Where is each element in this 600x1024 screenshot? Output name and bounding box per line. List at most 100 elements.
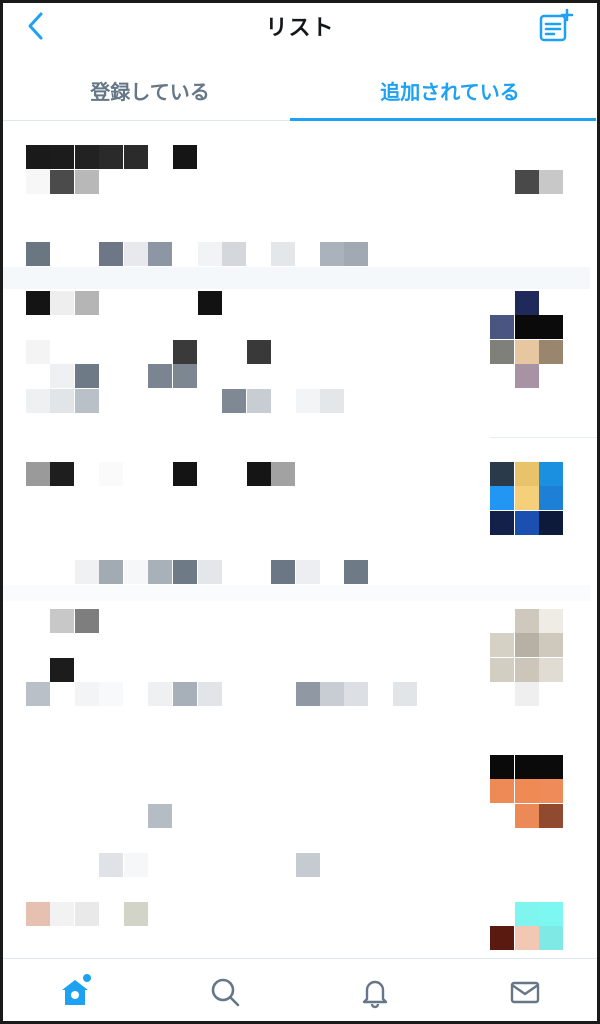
pixel-block <box>296 389 320 413</box>
pixel-block <box>99 462 123 486</box>
navigation-bar: リスト <box>0 0 600 52</box>
pixel-block <box>515 170 539 194</box>
lists-container <box>0 121 600 959</box>
pixel-block <box>50 609 74 633</box>
pixel-block <box>320 242 344 266</box>
pixel-block <box>148 364 172 388</box>
pixel-block <box>75 902 99 926</box>
pixel-block <box>99 853 123 877</box>
pixel-block <box>75 609 99 633</box>
pixel-block <box>344 682 368 706</box>
avatar <box>515 462 539 486</box>
pixel-block <box>124 145 148 169</box>
pixel-block <box>75 560 99 584</box>
pixel-block <box>148 560 172 584</box>
avatar <box>515 486 539 510</box>
page-title: リスト <box>265 16 335 41</box>
avatar <box>490 511 514 535</box>
avatar <box>539 609 563 633</box>
pixel-block <box>26 340 50 364</box>
avatar <box>515 315 539 339</box>
pixel-block <box>247 340 271 364</box>
pixel-block <box>247 389 271 413</box>
pixel-block <box>173 145 197 169</box>
avatar <box>539 633 563 657</box>
pixel-block <box>26 291 50 315</box>
tab-notifications[interactable] <box>345 962 405 1022</box>
avatar <box>515 755 539 779</box>
tab-member-of[interactable]: 追加されている <box>290 60 600 121</box>
avatar <box>515 682 539 706</box>
avatar <box>539 658 563 682</box>
new-list-icon <box>539 8 574 42</box>
avatar <box>539 902 563 926</box>
pixel-block <box>222 389 246 413</box>
pixel-block <box>50 389 74 413</box>
pixel-block <box>198 560 222 584</box>
tab-messages[interactable] <box>495 962 555 1022</box>
avatar <box>515 926 539 950</box>
tab-subscribed[interactable]: 登録している <box>0 60 300 120</box>
avatar <box>539 340 563 364</box>
avatar <box>539 926 563 950</box>
avatar <box>490 779 514 803</box>
pixel-block <box>50 462 74 486</box>
pixel-block <box>50 902 74 926</box>
avatar <box>490 658 514 682</box>
pixel-block <box>75 682 99 706</box>
list-separator <box>0 267 590 289</box>
search-icon <box>211 978 240 1006</box>
avatar <box>515 779 539 803</box>
avatar <box>539 804 563 828</box>
pixel-block <box>148 804 172 828</box>
avatar <box>539 779 563 803</box>
pixel-block <box>75 291 99 315</box>
pixel-block <box>320 682 344 706</box>
pixel-block <box>198 682 222 706</box>
pixel-block <box>173 560 197 584</box>
pixel-block <box>393 682 417 706</box>
pixel-block <box>26 242 50 266</box>
tab-search[interactable] <box>195 962 255 1022</box>
pixel-block <box>271 560 295 584</box>
list-tabs: 登録している 追加されている <box>0 60 600 121</box>
pixel-block <box>173 682 197 706</box>
avatar <box>490 926 514 950</box>
pixel-block <box>296 853 320 877</box>
pixel-block <box>99 560 123 584</box>
avatar <box>539 511 563 535</box>
avatar <box>490 486 514 510</box>
pixel-block <box>99 145 123 169</box>
avatar <box>490 462 514 486</box>
pixel-block <box>296 560 320 584</box>
bell-icon <box>362 980 388 1008</box>
pixel-block <box>75 145 99 169</box>
pixel-block <box>124 902 148 926</box>
pixel-block <box>247 462 271 486</box>
pixel-block <box>296 682 320 706</box>
pixel-block <box>75 364 99 388</box>
avatar <box>490 755 514 779</box>
tab-home[interactable] <box>45 962 105 1022</box>
pixel-block <box>99 682 123 706</box>
pixel-block <box>50 658 74 682</box>
pixel-block <box>320 389 344 413</box>
avatar <box>539 755 563 779</box>
create-list-button[interactable] <box>536 6 576 46</box>
mail-icon <box>510 981 540 1003</box>
pixel-block <box>124 853 148 877</box>
avatar <box>515 511 539 535</box>
pixel-block <box>271 462 295 486</box>
avatar <box>515 340 539 364</box>
bottom-tab-bar <box>0 958 600 1024</box>
pixel-block <box>148 242 172 266</box>
avatar <box>515 633 539 657</box>
avatar <box>539 315 563 339</box>
pixel-block <box>124 242 148 266</box>
pixel-block <box>198 242 222 266</box>
pixel-block <box>26 145 50 169</box>
pixel-block <box>26 682 50 706</box>
pixel-block <box>26 462 50 486</box>
avatar <box>490 315 514 339</box>
avatar <box>539 462 563 486</box>
